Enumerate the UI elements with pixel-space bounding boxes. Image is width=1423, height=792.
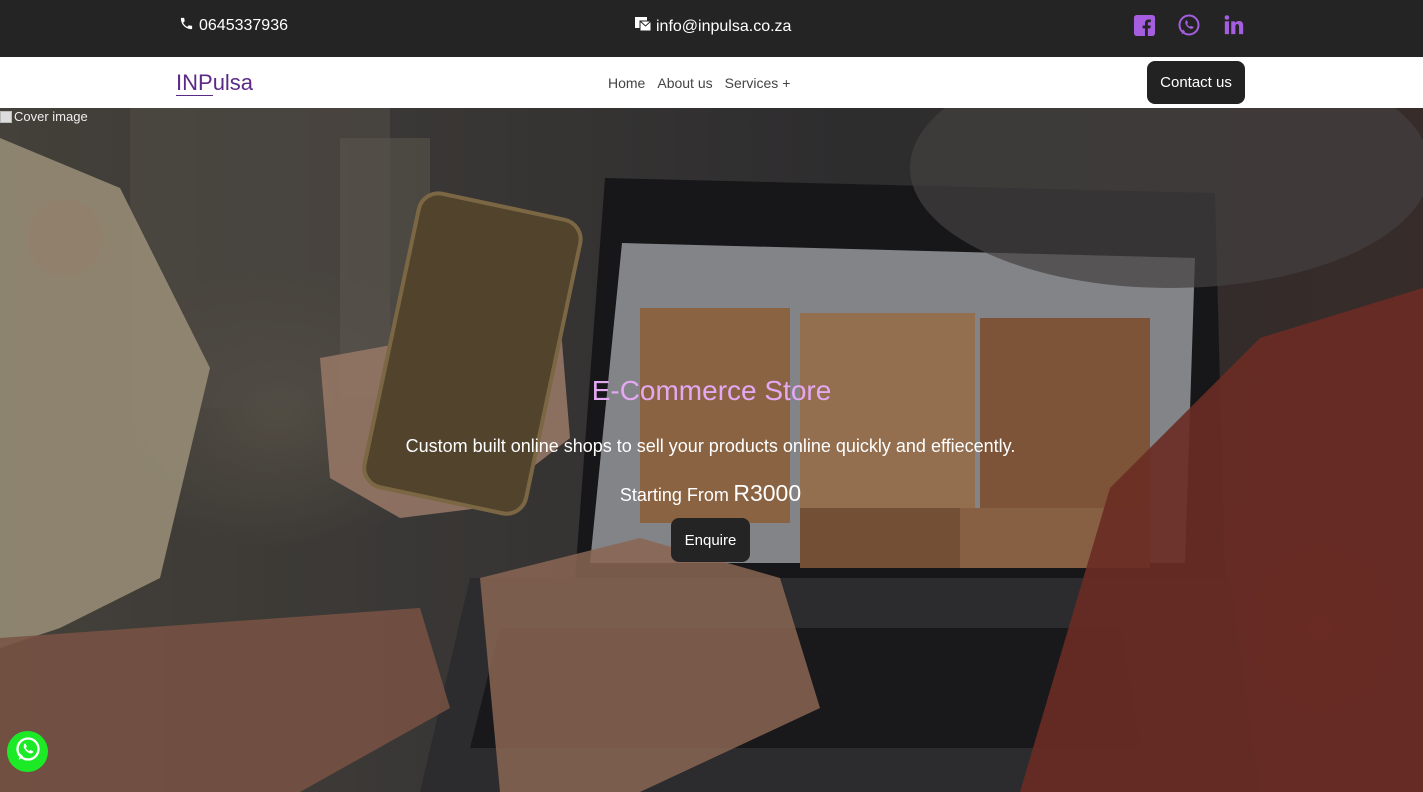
whatsapp-icon — [14, 735, 42, 768]
hero-price: Starting From R3000 — [0, 480, 1421, 507]
email-address: info@inpulsa.co.za — [656, 17, 792, 35]
phone-icon — [179, 16, 194, 36]
logo-text-underlined: INP — [176, 70, 213, 96]
social-links — [1131, 12, 1247, 38]
hero-section: Cover image E-Commerce Store Custom buil… — [0, 108, 1423, 792]
phone-contact[interactable]: 0645337936 — [179, 16, 288, 36]
hero-subtitle: Custom built online shops to sell your p… — [405, 436, 1016, 456]
email-contact[interactable]: info@inpulsa.co.za — [634, 16, 791, 37]
main-navbar: INPulsa Home About us Services + Contact… — [0, 57, 1423, 108]
hero-title: E-Commerce Store — [591, 375, 832, 406]
phone-number: 0645337936 — [199, 17, 288, 34]
linkedin-icon[interactable] — [1221, 12, 1247, 38]
facebook-icon[interactable] — [1131, 12, 1157, 38]
envelope-icon — [634, 16, 652, 37]
floating-whatsapp-button[interactable] — [7, 731, 48, 772]
hero-content: E-Commerce Store Custom built online sho… — [0, 108, 1423, 792]
top-bar: 0645337936 info@inpulsa.co.za — [0, 0, 1423, 57]
nav-link-home[interactable]: Home — [608, 75, 645, 91]
nav-links: Home About us Services + — [608, 75, 790, 91]
site-logo[interactable]: INPulsa — [176, 70, 253, 96]
whatsapp-icon[interactable] — [1176, 12, 1202, 38]
contact-us-button[interactable]: Contact us — [1147, 61, 1245, 104]
price-label: Starting From — [619, 485, 729, 505]
enquire-button[interactable]: Enquire — [671, 518, 750, 562]
nav-link-services[interactable]: Services + — [725, 75, 791, 91]
nav-link-about[interactable]: About us — [657, 75, 712, 91]
price-value: R3000 — [733, 480, 802, 506]
logo-text-rest: ulsa — [212, 70, 254, 95]
